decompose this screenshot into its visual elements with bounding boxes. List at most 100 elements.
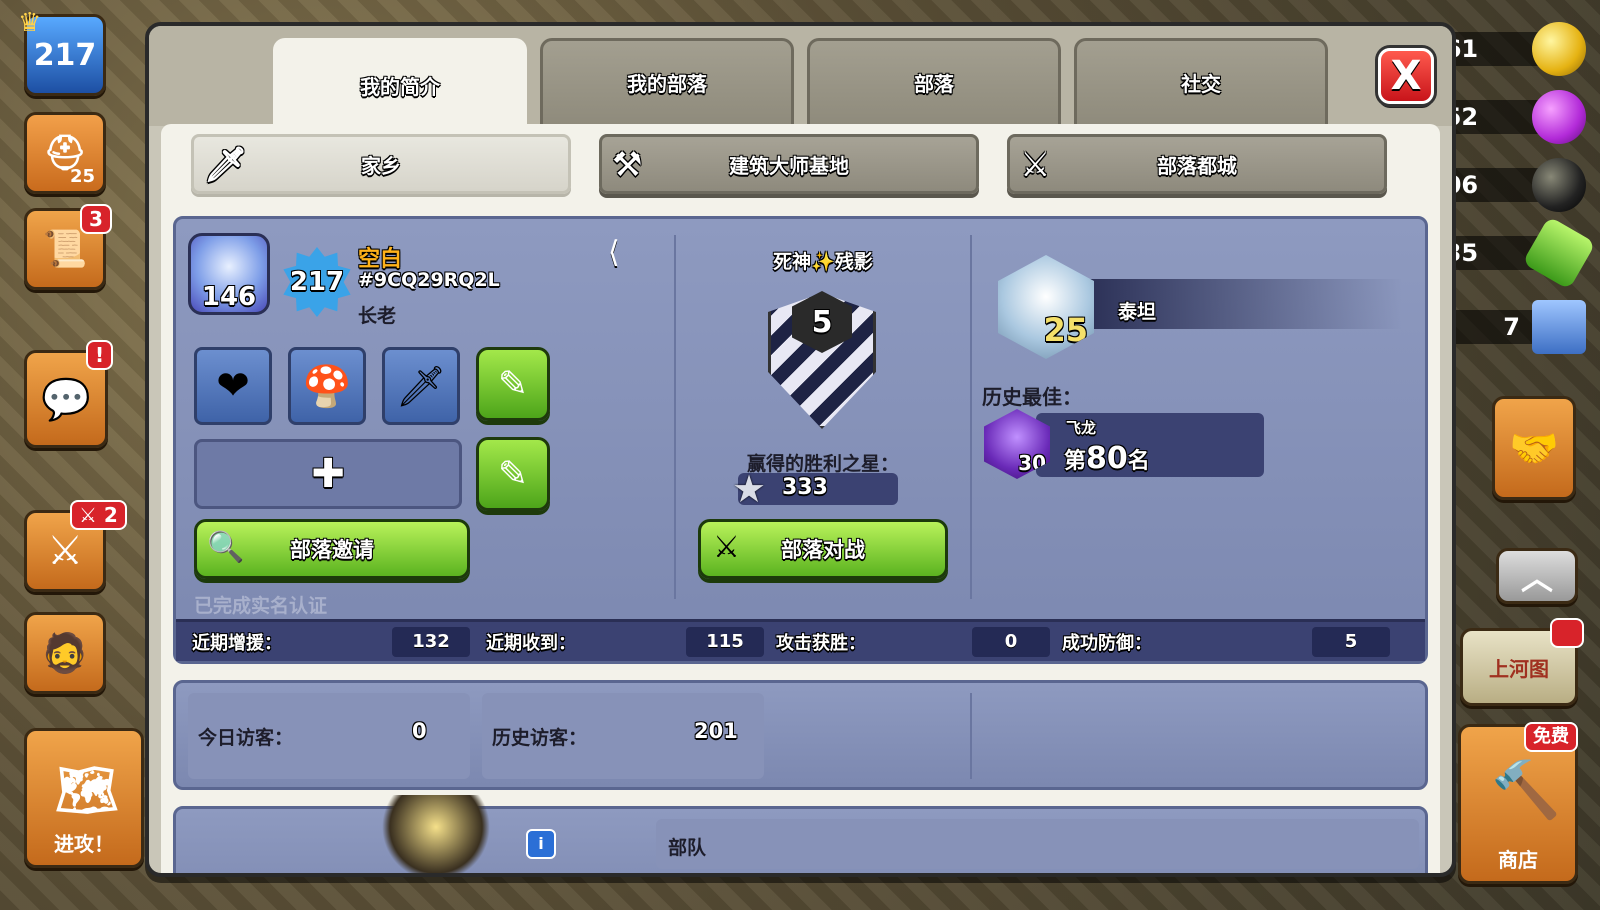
clan-war-label: 部落对战 bbox=[781, 538, 865, 562]
trophy-league-level: 146 bbox=[201, 282, 257, 312]
mushroom-icon: 🍄 bbox=[302, 363, 352, 410]
stat-donated-value: 132 bbox=[392, 627, 470, 657]
tab-my-clan[interactable]: 我的部落 bbox=[540, 38, 794, 124]
crown-icon: ♛ bbox=[18, 8, 42, 38]
exp-level-star: 217 bbox=[283, 247, 351, 317]
today-visitors-label: 今日访客： bbox=[198, 727, 294, 749]
player-role: 长老 bbox=[358, 305, 397, 327]
war-badge: ⚔ 2 bbox=[70, 500, 127, 530]
info-button[interactable]: i bbox=[526, 829, 556, 859]
edit-equipment-button[interactable]: ✎ bbox=[476, 347, 550, 421]
clan-war-button[interactable]: ⚔ 部落对战 bbox=[698, 519, 948, 579]
profile-body: 🗡 家乡 ⚒ 建筑大师基地 ⚔ 部落都城 146 217 空白 #9CQ29RQ2L … bbox=[161, 124, 1440, 873]
dark-elixir-icon bbox=[1532, 158, 1586, 212]
clan-name[interactable]: 死神✨残影 bbox=[686, 247, 960, 274]
tab-bar: 我的简介 我的部落 部落 社交 X bbox=[149, 26, 1452, 130]
titan-league-badge: 25 bbox=[998, 255, 1094, 359]
heart-icon: ❤ bbox=[216, 363, 250, 409]
crossed-swords-icon: ⚔ bbox=[47, 528, 83, 574]
edit-slot-button[interactable]: ✎ bbox=[476, 437, 550, 511]
exp-level: 217 bbox=[289, 267, 345, 297]
war-stars-label: 赢得的胜利之星： bbox=[746, 453, 899, 475]
tab-clans[interactable]: 部落 bbox=[807, 38, 1061, 124]
chat-icon: 💬 bbox=[41, 376, 91, 423]
total-visitors-label: 历史访客： bbox=[492, 727, 588, 749]
clan-invite-label: 部落邀请 bbox=[290, 538, 374, 562]
today-visitors-box: 今日访客： 0 bbox=[188, 693, 470, 779]
equipment-slot-1[interactable]: ❤ bbox=[194, 347, 272, 425]
best-rank-suffix: 名 bbox=[1127, 449, 1150, 474]
divider-1 bbox=[674, 235, 676, 599]
book-amount: 7 bbox=[1503, 313, 1520, 341]
best-league-name: 飞龙 bbox=[1066, 419, 1097, 437]
stat-received-label: 近期收到： bbox=[486, 633, 576, 654]
close-button[interactable]: X bbox=[1378, 48, 1434, 104]
equipment-slot-3[interactable]: 🗡 bbox=[382, 347, 460, 425]
subtab-home-label: 家乡 bbox=[361, 153, 401, 178]
builder-base-button[interactable]: ⛑ 25 bbox=[24, 112, 106, 194]
silver-star-icon: ★ bbox=[732, 467, 767, 511]
scroll-icon: 📜 bbox=[42, 229, 88, 270]
swords-icon: ⚔ bbox=[713, 530, 740, 565]
best-label: 历史最佳： bbox=[982, 385, 1082, 409]
chat-badge: ! bbox=[86, 340, 114, 370]
barbarian-face-icon: 🧔 bbox=[41, 630, 89, 675]
profile-window: 我的简介 我的部落 部落 社交 X 🗡 家乡 ⚒ 建筑大师基地 ⚔ 部落都城 146 … bbox=[145, 22, 1456, 877]
subtab-home-village[interactable]: 🗡 家乡 bbox=[191, 134, 571, 194]
hero-portrait bbox=[376, 795, 496, 873]
best-rank-number: 80 bbox=[1086, 441, 1128, 476]
profile-card: 146 217 空白 #9CQ29RQ2L 长老 ⟨ ❤ 🍄 🗡 ✎ ✚ ✎ 🔍… bbox=[173, 216, 1428, 664]
army-card: i 部队 bbox=[173, 795, 1428, 873]
map-icon: 🗺 bbox=[55, 761, 119, 819]
crossed-axes-icon: ⚒ bbox=[612, 145, 643, 185]
tab-social[interactable]: 社交 bbox=[1074, 38, 1328, 124]
equipment-slot-2[interactable]: 🍄 bbox=[288, 347, 366, 425]
total-visitors-box: 历史访客： 201 bbox=[482, 693, 764, 779]
sword-icon: 🗡 bbox=[204, 145, 248, 185]
league-trophy-badge: 146 bbox=[188, 233, 270, 315]
war-stars-count: 333 bbox=[782, 475, 828, 500]
shop-label: 商店 bbox=[1498, 848, 1538, 872]
stat-attack-wins-label: 攻击获胜： bbox=[776, 633, 866, 654]
add-slot-button[interactable]: ✚ bbox=[194, 439, 462, 509]
builder-level: 25 bbox=[69, 166, 95, 187]
collapse-button[interactable]: ︿ bbox=[1496, 548, 1578, 604]
subtab-capital-label: 部落都城 bbox=[1157, 153, 1237, 178]
info-icon: i bbox=[538, 834, 544, 853]
visitors-divider bbox=[970, 693, 972, 779]
total-visitors-count: 201 bbox=[694, 719, 738, 743]
divider-2 bbox=[970, 235, 972, 599]
visitors-card: 今日访客： 0 历史访客： 201 bbox=[173, 680, 1428, 790]
sword-wing-icon: 🗡 bbox=[395, 363, 447, 410]
tab-my-profile[interactable]: 我的简介 bbox=[273, 38, 527, 130]
stat-defense-wins-value: 5 bbox=[1312, 627, 1390, 657]
clan-invite-button[interactable]: 🔍 部落邀请 bbox=[194, 519, 470, 579]
subtab-builder-label: 建筑大师基地 bbox=[729, 153, 849, 178]
stat-received-value: 115 bbox=[686, 627, 764, 657]
share-icon[interactable]: ⟨ bbox=[608, 235, 620, 270]
elixir-icon bbox=[1532, 90, 1586, 144]
crossed-swords-icon: ⚔ bbox=[1020, 145, 1051, 185]
player-tag[interactable]: #9CQ29RQ2L bbox=[358, 269, 500, 291]
attack-label: 进攻！ bbox=[54, 832, 114, 856]
subtab-clan-capital[interactable]: ⚔ 部落都城 bbox=[1007, 134, 1387, 194]
clan-level: 5 bbox=[811, 304, 833, 340]
attack-button[interactable]: 🗺 进攻！ bbox=[24, 728, 144, 868]
war-badge-count: 2 bbox=[103, 503, 118, 527]
hammer-icon: 🔨 bbox=[1491, 758, 1561, 823]
event-badge bbox=[1550, 618, 1584, 648]
stat-donated-label: 近期增援： bbox=[192, 633, 282, 654]
league-name: 泰坦 bbox=[1118, 301, 1157, 323]
barbarian-shop-button[interactable]: 🧔 bbox=[24, 612, 106, 694]
stats-bar: 近期增援： 132 近期收到： 115 攻击获胜： 0 成功防御： 5 bbox=[176, 619, 1425, 661]
ticket-icon bbox=[1532, 300, 1586, 354]
best-rank-prefix: 第 bbox=[1064, 449, 1087, 474]
chevron-up-icon: ︿ bbox=[1520, 559, 1553, 597]
magnifier-icon: 🔍 bbox=[207, 530, 245, 565]
friendly-challenge-button[interactable]: 🤝 bbox=[1492, 396, 1576, 500]
army-header: 部队 bbox=[656, 819, 1419, 869]
tasks-badge: 3 bbox=[80, 204, 112, 234]
verified-note: 已完成实名认证 bbox=[194, 595, 328, 617]
plus-icon: ✚ bbox=[311, 451, 345, 497]
subtab-builder-base[interactable]: ⚒ 建筑大师基地 bbox=[599, 134, 979, 194]
